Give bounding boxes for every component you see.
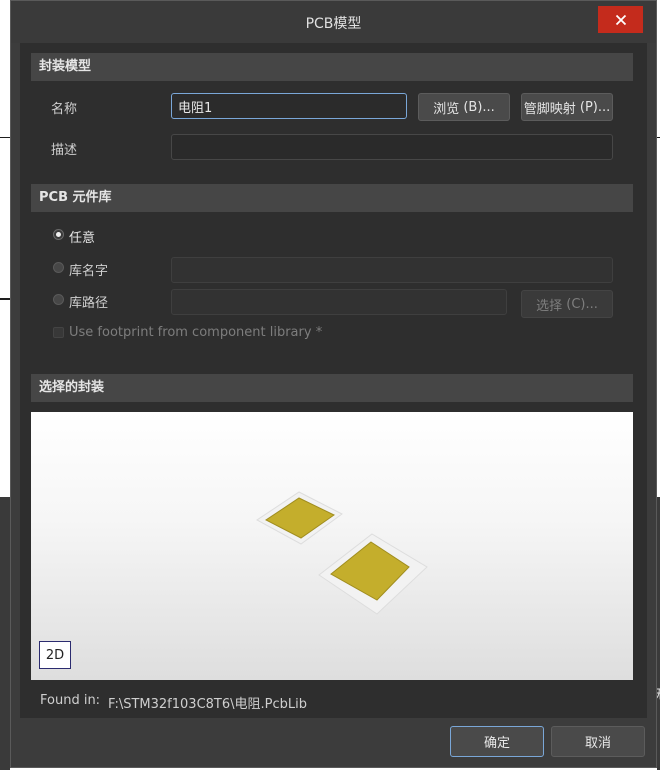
name-label: 名称 [51,102,78,117]
pin-map-button-label: 管脚映射 [523,101,576,117]
select-path-button-label: 选择 [536,298,563,314]
radio-any[interactable] [53,229,64,240]
library-name-input [171,257,613,283]
background-divider-mid [0,298,10,300]
dialog-body: 封装模型 名称 浏览 (B)... 管脚映射 (P)... 描述 PCB 元件库… [20,43,647,718]
selected-footprint-header: 选择的封装 [31,374,633,402]
pin-map-button[interactable]: 管脚映射 (P)... [521,93,613,121]
view-2d-button[interactable]: 2D [39,641,71,669]
background-divider-top [0,137,10,138]
description-label: 描述 [51,143,78,158]
select-path-button-shortcut: (C)... [566,296,598,312]
radio-library-path-label: 库路径 [69,296,109,311]
select-path-button: 选择 (C)... [521,290,613,318]
name-input[interactable] [171,93,407,119]
ok-button[interactable]: 确定 [450,726,544,757]
dialog-title: PCB模型 [305,16,362,32]
browse-button-shortcut: (B)... [463,99,495,115]
close-icon [615,14,627,26]
pcb-model-dialog: PCB模型 封装模型 名称 浏览 (B)... 管脚映射 (P)... 描述 P… [10,0,657,768]
footprint-model-header: 封装模型 [31,53,633,81]
close-button[interactable] [598,6,643,33]
library-path-input [171,289,507,315]
dialog-titlebar[interactable]: PCB模型 [11,1,656,43]
pad-upper [256,491,343,545]
radio-library-name[interactable] [53,262,64,273]
pin-map-button-shortcut: (P)... [579,99,611,115]
footprint-3d-preview[interactable]: 2D [31,412,633,680]
found-in-path: F:\STM32f103C8T6\电阻.PcbLib [108,697,307,712]
radio-library-name-label: 库名字 [69,264,109,279]
browse-button-label: 浏览 [433,101,460,117]
use-footprint-label: Use footprint from component library * [69,325,323,340]
cancel-button[interactable]: 取消 [551,726,645,757]
radio-library-path[interactable] [53,294,64,305]
browse-button[interactable]: 浏览 (B)... [418,93,510,121]
use-footprint-checkbox [53,327,64,338]
description-input[interactable] [171,134,613,160]
radio-any-label: 任意 [69,231,96,246]
footprint-preview-canvas [256,491,428,615]
background-panel-left [0,497,10,770]
pad-lower [318,533,428,615]
found-in-label: Found in: [40,693,101,708]
pcb-library-header: PCB 元件库 [31,184,633,212]
